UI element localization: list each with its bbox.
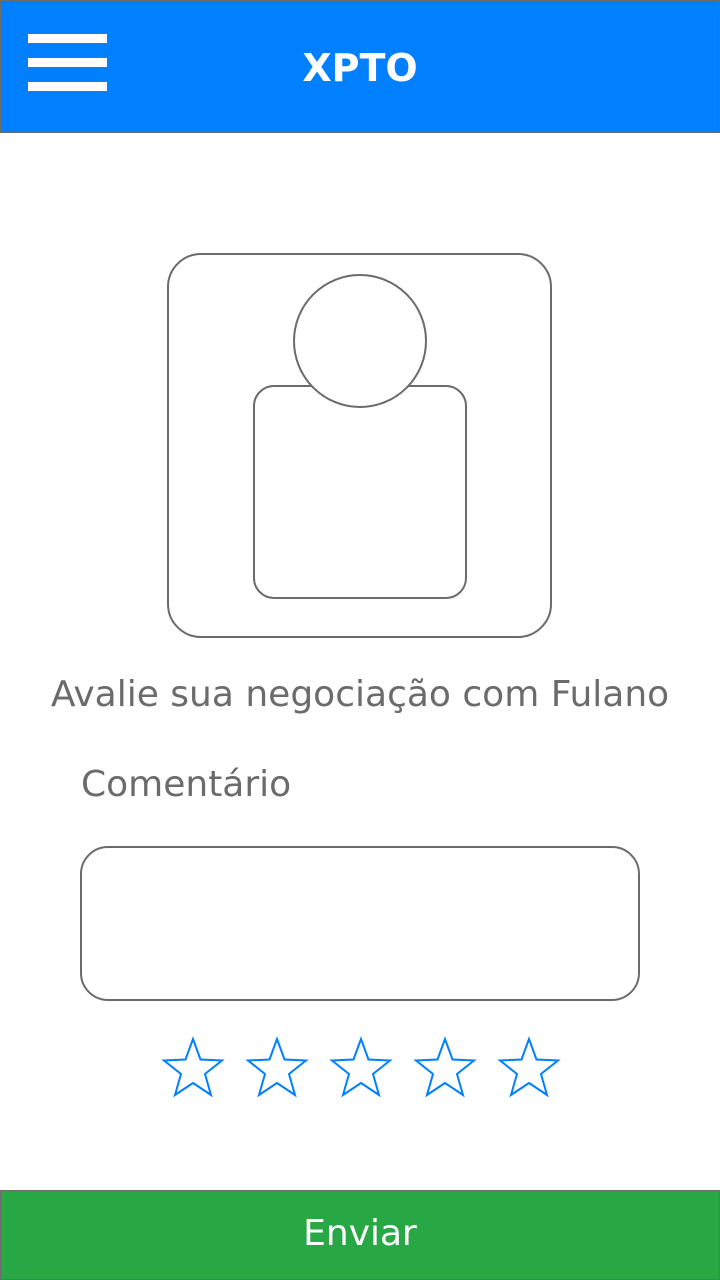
rating-prompt: Avalie sua negociação com Fulano	[50, 674, 670, 715]
submit-button-label: Enviar	[303, 1213, 417, 1254]
star-5-icon[interactable]	[496, 1036, 562, 1100]
profile-photo	[167, 253, 552, 638]
comment-field[interactable]	[80, 846, 640, 1001]
star-rating	[150, 1036, 570, 1100]
user-avatar-icon	[253, 274, 467, 599]
menu-bar	[27, 33, 108, 44]
comment-label: Comentário	[81, 764, 292, 805]
avatar-head	[293, 274, 427, 408]
app-title: XPTO	[302, 46, 418, 90]
star-1-icon[interactable]	[160, 1036, 226, 1100]
avatar-body	[253, 385, 467, 599]
submit-button[interactable]: Enviar	[0, 1190, 720, 1280]
star-4-icon[interactable]	[412, 1036, 478, 1100]
app-header: XPTO	[0, 0, 720, 133]
star-2-icon[interactable]	[244, 1036, 310, 1100]
star-3-icon[interactable]	[328, 1036, 394, 1100]
app-screen: XPTO Avalie sua negociação com Fulano Co…	[0, 0, 720, 1280]
